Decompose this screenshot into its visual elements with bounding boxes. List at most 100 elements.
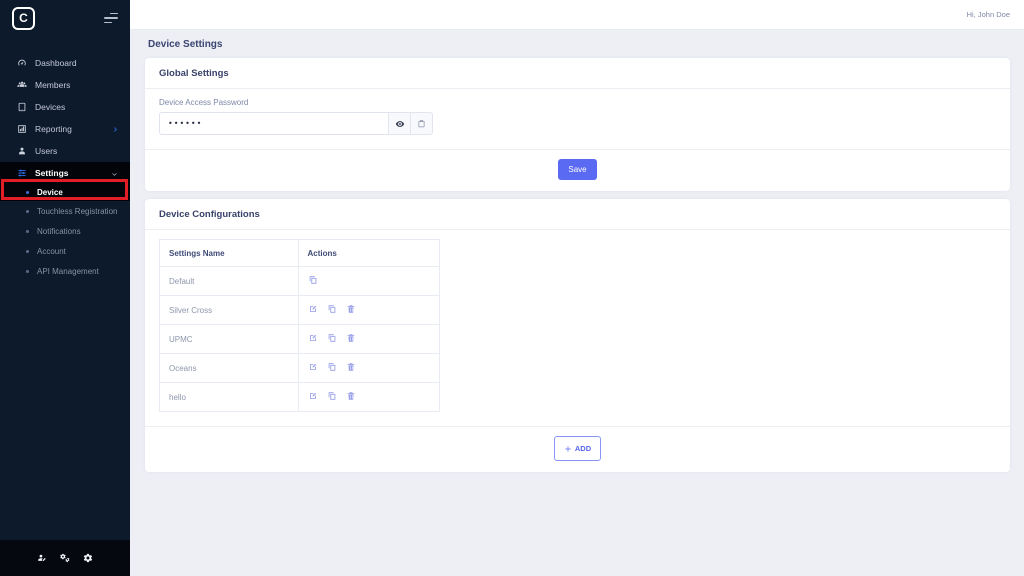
settings-name-cell: Oceans (160, 354, 299, 383)
page-title: Device Settings (130, 30, 1024, 58)
add-button[interactable]: ADD (554, 436, 601, 461)
save-button[interactable]: Save (558, 159, 596, 180)
table-row: hello (160, 383, 440, 412)
settings-name-cell: UPMC (160, 325, 299, 354)
edit-icon (308, 391, 318, 401)
actions-cell (298, 354, 440, 383)
bullet-icon (26, 230, 29, 233)
users-icon (17, 146, 27, 156)
copy-icon (327, 304, 337, 314)
delete-button[interactable] (346, 304, 356, 314)
copy-button[interactable] (308, 275, 318, 285)
edit-icon (308, 362, 318, 372)
sidebar-nav: Dashboard Members Devices Reporting Users Set… (0, 52, 130, 281)
app-logo-letter: C (19, 11, 28, 25)
sidebar-item-label: Settings (35, 168, 69, 178)
gear-button[interactable] (83, 553, 93, 563)
table-header-settings-name: Settings Name (160, 240, 299, 267)
settings-name-cell: Default (160, 267, 299, 296)
global-settings-footer: Save (145, 149, 1010, 191)
sidebar-item-label: Dashboard (35, 58, 77, 68)
bullet-icon (26, 191, 29, 194)
sidebar-item-label: Users (35, 146, 57, 156)
copy-icon (327, 333, 337, 343)
sidebar-subitem-notifications[interactable]: Notifications (0, 221, 130, 241)
delete-button[interactable] (346, 333, 356, 343)
chevron-down-icon (111, 170, 118, 177)
copy-icon (308, 275, 318, 285)
device-configurations-footer: ADD (145, 426, 1010, 472)
configurations-table: Settings NameActions DefaultSilver Cross… (159, 239, 440, 412)
delete-icon (346, 304, 356, 314)
sidebar-subitem-label: Account (37, 247, 66, 256)
edit-icon (308, 333, 318, 343)
delete-button[interactable] (346, 391, 356, 401)
password-label: Device Access Password (159, 98, 996, 107)
actions-cell (298, 267, 440, 296)
table-row: Default (160, 267, 440, 296)
sidebar-subitem-label: Device (37, 188, 63, 197)
user-edit-button[interactable] (37, 553, 47, 563)
edit-button[interactable] (308, 391, 318, 401)
copy-button[interactable] (327, 391, 337, 401)
eye-icon (395, 119, 405, 129)
members-icon (17, 80, 27, 90)
toggle-password-visibility-button[interactable] (388, 112, 411, 135)
edit-button[interactable] (308, 333, 318, 343)
reporting-icon (17, 124, 27, 134)
table-row: Oceans (160, 354, 440, 383)
topbar: Hi, John Doe (130, 0, 1024, 30)
copy-button[interactable] (327, 333, 337, 343)
sidebar-subitem-label: Touchless Registration (37, 207, 117, 216)
dashboard-icon (17, 58, 27, 68)
sidebar-subitem-account[interactable]: Account (0, 241, 130, 261)
cogs-icon (60, 553, 70, 563)
app-logo[interactable]: C (12, 7, 35, 30)
sidebar-subitem-label: API Management (37, 267, 99, 276)
content-area: Device Settings Global Settings Device A… (130, 30, 1024, 576)
copy-button[interactable] (327, 304, 337, 314)
settings-icon (17, 168, 27, 178)
global-settings-title: Global Settings (145, 58, 1010, 89)
edit-icon (308, 304, 318, 314)
copy-icon (327, 362, 337, 372)
sidebar-subitem-touchless-registration[interactable]: Touchless Registration (0, 201, 130, 221)
table-header-actions: Actions (298, 240, 440, 267)
copy-password-button[interactable] (410, 112, 433, 135)
sidebar-item-label: Reporting (35, 124, 72, 134)
sidebar-item-devices[interactable]: Devices (0, 96, 130, 118)
sidebar-item-reporting[interactable]: Reporting (0, 118, 130, 140)
device-configurations-body: Settings NameActions DefaultSilver Cross… (145, 230, 1010, 426)
sidebar-header: C (0, 0, 130, 36)
sidebar-subitem-device[interactable]: Device (0, 184, 130, 201)
password-input[interactable] (159, 112, 389, 135)
sidebar: C Dashboard Members Devices Reporting Users S… (0, 0, 130, 576)
clipboard-icon (417, 119, 426, 128)
delete-icon (346, 362, 356, 372)
user-greeting[interactable]: Hi, John Doe (967, 10, 1010, 19)
sidebar-subitem-api-management[interactable]: API Management (0, 261, 130, 281)
settings-name-cell: hello (160, 383, 299, 412)
global-settings-card: Global Settings Device Access Password (145, 58, 1010, 191)
sidebar-item-settings[interactable]: Settings (0, 162, 130, 184)
global-settings-body: Device Access Password (145, 89, 1010, 149)
edit-button[interactable] (308, 304, 318, 314)
bullet-icon (26, 270, 29, 273)
sidebar-subitem-label: Notifications (37, 227, 81, 236)
delete-button[interactable] (346, 362, 356, 372)
bullet-icon (26, 210, 29, 213)
cogs-button[interactable] (60, 553, 70, 563)
device-configurations-card: Device Configurations Settings NameActio… (145, 199, 1010, 472)
main-area: Hi, John Doe Device Settings Global Sett… (130, 0, 1024, 576)
actions-cell (298, 296, 440, 325)
sidebar-item-users[interactable]: Users (0, 140, 130, 162)
copy-button[interactable] (327, 362, 337, 372)
sidebar-item-dashboard[interactable]: Dashboard (0, 52, 130, 74)
menu-toggle-icon[interactable] (104, 13, 118, 24)
sidebar-item-label: Members (35, 80, 70, 90)
bullet-icon (26, 250, 29, 253)
edit-button[interactable] (308, 362, 318, 372)
delete-icon (346, 391, 356, 401)
password-input-group (159, 112, 996, 135)
sidebar-item-members[interactable]: Members (0, 74, 130, 96)
